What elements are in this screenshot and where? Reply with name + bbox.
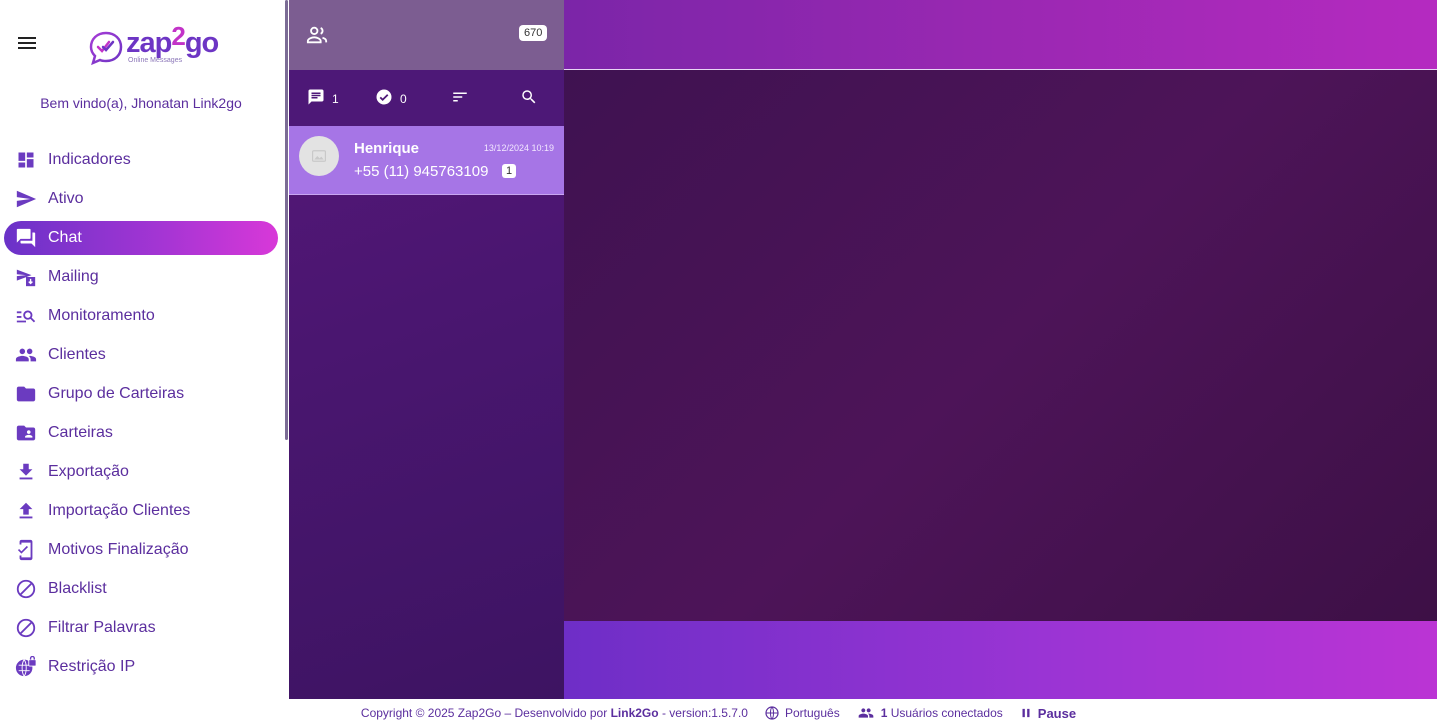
connected-users: 1 Usuários conectados — [856, 705, 1003, 721]
sidebar-item-label: Importação Clientes — [48, 502, 191, 519]
avatar — [299, 136, 339, 176]
send-icon — [15, 188, 37, 210]
globe-icon — [765, 706, 779, 720]
sidebar-item-label: Clientes — [48, 346, 106, 363]
sidebar-item-carteiras[interactable]: Carteiras — [4, 416, 278, 450]
pause-button[interactable]: Pause — [1019, 706, 1076, 721]
contact-phone: +55 (11) 945763109 — [354, 163, 489, 180]
language-selector[interactable]: Português — [764, 705, 840, 721]
mailing-icon — [15, 266, 37, 288]
sidebar-item-monitoramento[interactable]: Monitoramento — [4, 299, 278, 333]
sort-button[interactable] — [451, 88, 469, 109]
contact-timestamp: 13/12/2024 10:19 — [483, 143, 554, 153]
unread-badge: 1 — [502, 164, 517, 178]
language-label: Português — [784, 706, 840, 720]
company-link[interactable]: Link2Go — [611, 706, 659, 720]
sidebar-nav: Indicadores Ativo Chat Mailing Monitoram… — [4, 143, 278, 689]
forum-icon — [15, 227, 37, 249]
sidebar-item-ativo[interactable]: Ativo — [4, 182, 278, 216]
search-icon — [520, 88, 538, 109]
chat-input-bar — [564, 621, 1437, 699]
open-chats-count: 1 — [332, 91, 339, 106]
users-icon[interactable] — [305, 24, 329, 51]
image-placeholder-icon — [312, 150, 326, 162]
sidebar-item-indicadores[interactable]: Indicadores — [4, 143, 278, 177]
sidebar-item-grupo-de-carteiras[interactable]: Grupo de Carteiras — [4, 377, 278, 411]
manage-search-icon — [15, 305, 37, 327]
tab-open-chats[interactable]: 1 — [307, 88, 339, 109]
pause-icon — [1022, 708, 1030, 718]
sidebar-item-label: Ativo — [48, 190, 84, 207]
zap2go-logo: zap2go Online Messages — [88, 21, 219, 70]
sidebar-item-label: Filtrar Palavras — [48, 619, 156, 636]
users-count-badge: 670 — [519, 25, 548, 41]
sidebar-item-label: Indicadores — [48, 151, 131, 168]
sidebar-item-motivos-finalizacao[interactable]: Motivos Finalização — [4, 533, 278, 567]
search-button[interactable] — [520, 88, 538, 109]
sidebar-item-label: Carteiras — [48, 424, 113, 441]
contacts-panel: 670 1 0 Henrique 13/12/2024 10:19 +55 (1… — [289, 0, 564, 699]
block-icon — [15, 578, 37, 600]
block-icon — [15, 617, 37, 639]
sidebar-scrollbar[interactable] — [285, 0, 288, 440]
pause-label: Pause — [1037, 705, 1077, 721]
welcome-text: Bem vindo(a), Jhonatan Link2go — [40, 95, 242, 111]
sidebar: zap2go Online Messages Bem vindo(a), Jho… — [0, 0, 286, 699]
sidebar-item-restricao-ip[interactable]: Restrição IP — [4, 650, 278, 684]
people-icon — [858, 708, 874, 718]
contact-name: Henrique — [354, 140, 420, 157]
people-icon — [15, 344, 37, 366]
sidebar-item-label: Mailing — [48, 268, 99, 285]
sidebar-item-label: Restrição IP — [48, 658, 136, 675]
sidebar-item-label: Grupo de Carteiras — [48, 385, 185, 402]
sidebar-item-label: Blacklist — [48, 580, 107, 597]
sidebar-item-exportacao[interactable]: Exportação — [4, 455, 278, 489]
sidebar-item-blacklist[interactable]: Blacklist — [4, 572, 278, 606]
sort-icon — [451, 88, 469, 109]
sidebar-item-filtrar-palavras[interactable]: Filtrar Palavras — [4, 611, 278, 645]
sidebar-item-importacao-clientes[interactable]: Importação Clientes — [4, 494, 278, 528]
logo-wordmark: zap2go — [126, 21, 219, 59]
folder-icon — [15, 383, 37, 405]
chat-icon — [307, 88, 325, 109]
contact-list-item[interactable]: Henrique 13/12/2024 10:19 +55 (11) 94576… — [289, 126, 564, 195]
sidebar-item-clientes[interactable]: Clientes — [4, 338, 278, 372]
panel-header: 670 — [289, 0, 564, 70]
sidebar-item-chat[interactable]: Chat — [4, 221, 278, 255]
sidebar-item-label: Motivos Finalização — [48, 541, 189, 558]
finished-chats-count: 0 — [400, 91, 407, 106]
logo-bubble-icon — [89, 31, 123, 66]
version-text: - version:1.5.7.0 — [661, 706, 748, 720]
tab-finished-chats[interactable]: 0 — [375, 88, 407, 109]
sidebar-item-mailing[interactable]: Mailing — [4, 260, 278, 294]
sidebar-item-label: Monitoramento — [48, 307, 155, 324]
copyright-text: Copyright © 2025 Zap2Go – Desenvolvido p… — [360, 706, 608, 720]
dashboard-icon — [15, 149, 37, 171]
chat-header — [564, 0, 1437, 69]
footer: Copyright © 2025 Zap2Go – Desenvolvido p… — [0, 699, 1437, 727]
chat-messages-area — [564, 70, 1437, 621]
mobile-check-icon — [15, 539, 37, 561]
download-icon — [15, 461, 37, 483]
connected-users-label: Usuários conectados — [890, 706, 1003, 720]
sidebar-item-label: Exportação — [48, 463, 129, 480]
globe-lock-icon — [15, 656, 37, 678]
logo-tagline: Online Messages — [128, 57, 183, 64]
check-circle-icon — [375, 88, 393, 109]
sidebar-item-label: Chat — [48, 229, 82, 246]
upload-icon — [15, 500, 37, 522]
hamburger-menu-icon[interactable] — [14, 34, 40, 56]
connected-users-count: 1 — [880, 706, 888, 720]
folder-shared-icon — [15, 422, 37, 444]
panel-tabs: 1 0 — [289, 70, 564, 126]
